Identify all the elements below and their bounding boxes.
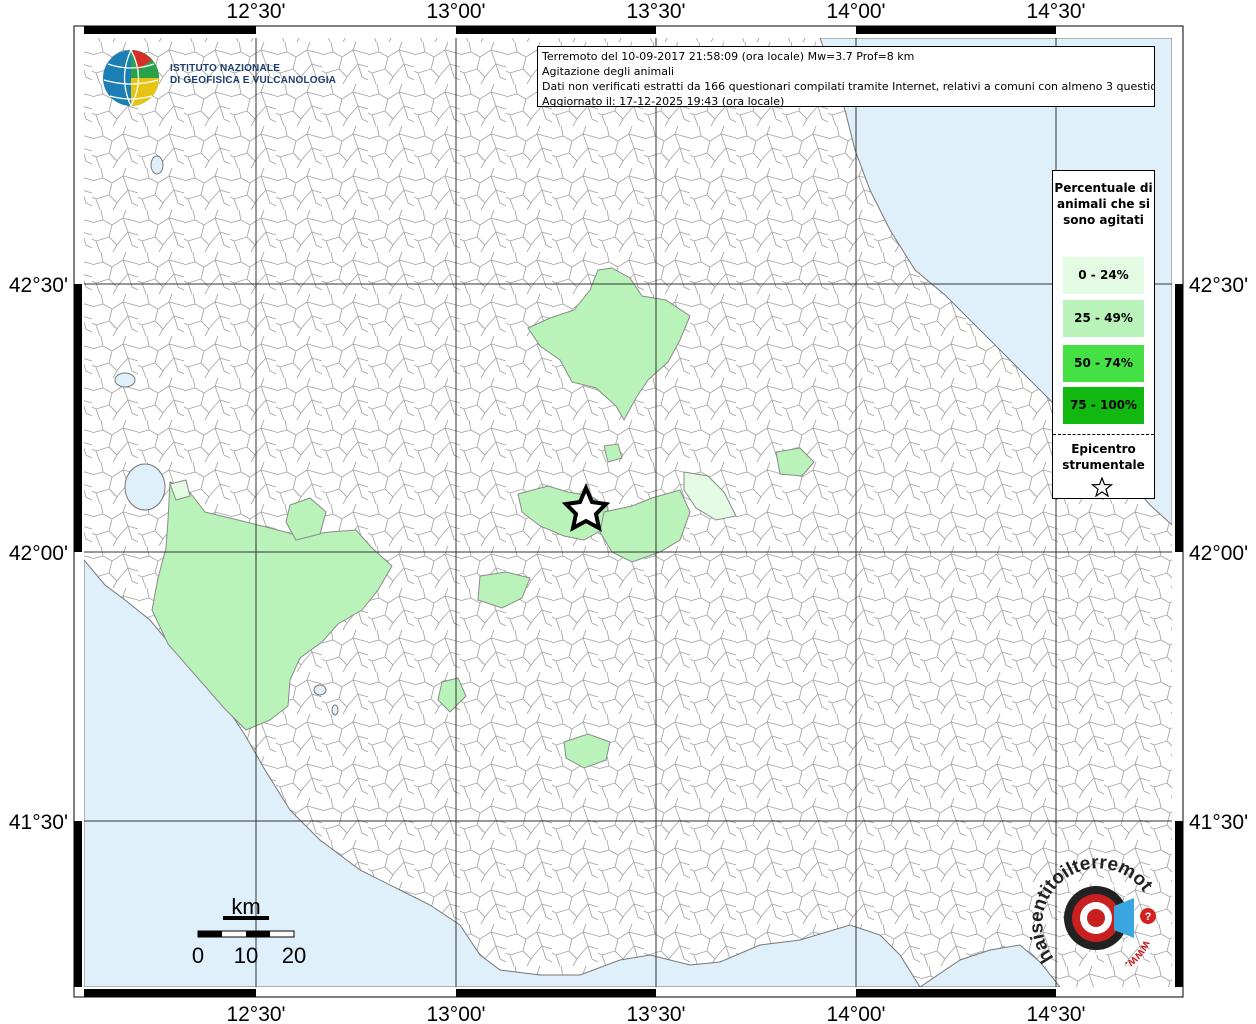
haisentito-logo: ? haisentitoilterremoto.it www. <box>1024 842 1170 983</box>
haisentito-www: www. <box>1123 938 1155 973</box>
event-info-box: Terremoto del 10-09-2017 21:58:09 (ora l… <box>537 46 1155 107</box>
legend-star-icon <box>1091 477 1113 497</box>
haisentito-target-icon: ? haisentitoilterremoto.it www. <box>1024 842 1157 973</box>
lon-tick-top-5: 14°30' <box>1026 0 1085 23</box>
lake-vico <box>114 372 136 388</box>
lon-tick-top-4: 14°00' <box>826 0 885 23</box>
scale-unit: km <box>231 894 260 919</box>
legend-epicenter-label: Epicentro strumentale <box>1062 442 1145 472</box>
lat-tick-right-2: 42°00' <box>1189 542 1248 565</box>
event-title: Terremoto del 10-09-2017 21:58:09 (ora l… <box>542 50 915 63</box>
legend-title: Percentuale di animali che si sono agita… <box>1054 181 1153 227</box>
scale-tick-0: 0 <box>192 943 204 968</box>
ingv-text: ISTITUTO NAZIONALE DI GEOFISICA E VULCAN… <box>170 63 336 87</box>
lat-tick-left-2: 42°00' <box>9 542 68 565</box>
lake-nemi <box>331 704 339 716</box>
legend-class-2: 25 - 49% <box>1063 300 1144 337</box>
lake-albano <box>313 684 327 696</box>
lat-tick-left-3: 41°30' <box>9 811 68 834</box>
lat-tick-right-1: 42°30' <box>1189 274 1248 297</box>
legend-class-1: 0 - 24% <box>1063 257 1144 294</box>
scale-tick-20: 20 <box>282 943 306 968</box>
data-note: Dati non verificati estratti da 166 ques… <box>542 80 1155 93</box>
ingv-line-1: ISTITUTO NAZIONALE <box>170 63 281 74</box>
lon-tick-bottom-4: 14°00' <box>826 1003 885 1024</box>
lon-tick-bottom-2: 13°00' <box>426 1003 485 1024</box>
update-time: Aggiornato il: 17-12-2025 19:43 (ora loc… <box>542 95 785 107</box>
legend-class-4: 75 - 100% <box>1063 387 1144 424</box>
svg-text:?: ? <box>1145 911 1152 923</box>
map-subject: Agitazione degli animali <box>542 65 675 78</box>
lon-tick-top-1: 12°30' <box>226 0 285 23</box>
legend: Percentuale di animali che si sono agita… <box>1052 170 1155 499</box>
ingv-globe-icon <box>103 49 159 107</box>
legend-class-3: 50 - 74% <box>1063 345 1144 382</box>
lon-tick-top-2: 13°00' <box>426 0 485 23</box>
lon-tick-bottom-1: 12°30' <box>226 1003 285 1024</box>
lake-trasimeno <box>150 155 164 175</box>
legend-divider <box>1053 434 1154 435</box>
lon-tick-top-3: 13°30' <box>626 0 685 23</box>
lon-tick-bottom-3: 13°30' <box>626 1003 685 1024</box>
lake-bracciano <box>124 463 166 511</box>
lat-tick-left-1: 42°30' <box>9 274 68 297</box>
scale-tick-10: 10 <box>234 943 258 968</box>
lat-tick-right-3: 41°30' <box>1189 811 1248 834</box>
lon-tick-bottom-5: 14°30' <box>1026 1003 1085 1024</box>
ingv-line-2: DI GEOFISICA E VULCANOLOGIA <box>170 75 337 86</box>
